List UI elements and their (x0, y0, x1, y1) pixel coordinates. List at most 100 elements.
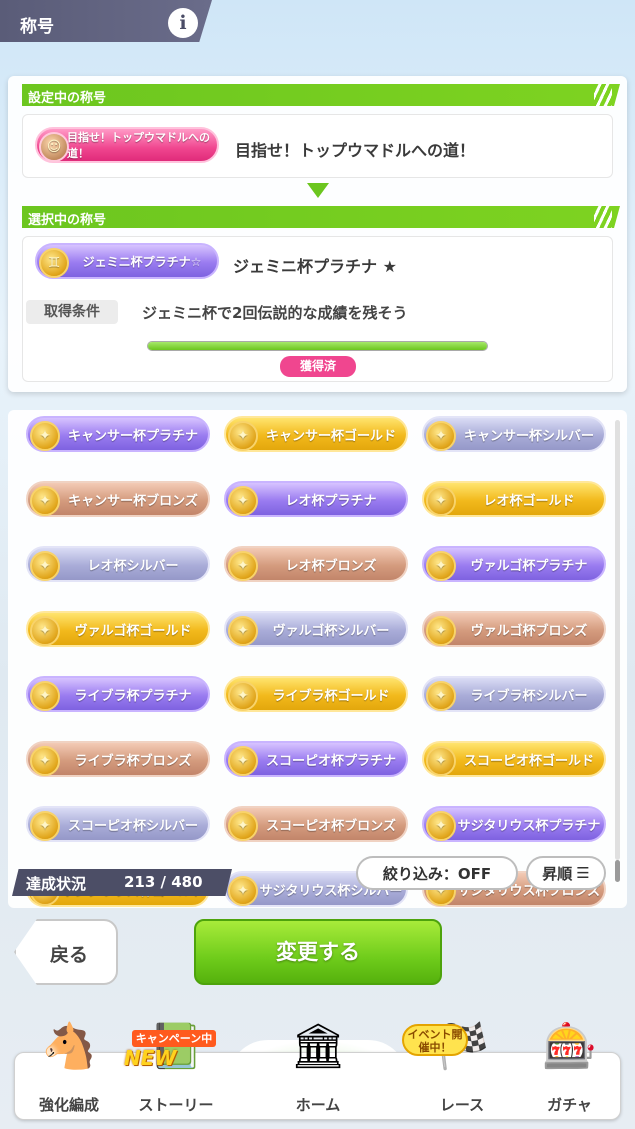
building-icon: 🏛 (290, 1021, 346, 1072)
achievement-count: 213 / 480 (124, 873, 203, 891)
nav-item-race[interactable]: 🏁 レース (407, 1025, 517, 1121)
title-badge-label: キャンサー杯シルバー (463, 428, 594, 444)
character-portrait-icon: ☺ (39, 132, 69, 162)
medal-icon: ✦ (228, 681, 258, 711)
current-title-box: ☺ 目指せ！トップウマドルへの道！ 目指せ！トップウマドルへの道！ (22, 114, 613, 178)
current-title-section-bar: 設定中の称号 (22, 84, 620, 106)
medal-icon: ✦ (228, 421, 258, 451)
title-badge-label: スコーピオ杯ブロンズ (266, 818, 396, 834)
title-badge-label: キャンサー杯ブロンズ (68, 493, 198, 509)
nav-item-home[interactable]: 🏛 ホーム (229, 1025, 407, 1121)
new-badge: NEW (124, 1046, 177, 1070)
title-badge-bronze[interactable]: ✦ スコーピオ杯ブロンズ (224, 806, 408, 842)
title-badge-platinum[interactable]: ✦ ヴァルゴ杯プラチナ (422, 546, 606, 582)
nav-item-enhance[interactable]: 🐴 強化編成 (15, 1025, 123, 1121)
condition-label: 取得条件 (26, 300, 118, 324)
title-badge-bronze[interactable]: ✦ キャンサー杯ブロンズ (26, 481, 210, 517)
campaign-badge: キャンペーン中 (132, 1030, 216, 1047)
medal-icon: ✦ (30, 681, 60, 711)
title-badge-label: キャンサー杯プラチナ (67, 428, 198, 444)
title-badge-gold[interactable]: ✦ ライブラ杯ゴールド (224, 676, 408, 712)
title-badge-silver[interactable]: ✦ ヴァルゴ杯シルバー (224, 611, 408, 647)
sort-lines-icon: ☰ (576, 864, 590, 882)
title-badge-gold[interactable]: ✦ スコーピオ杯ゴールド (422, 741, 606, 777)
acquired-badge: 獲得済 (280, 356, 356, 377)
title-badge-label: レオ杯ブロンズ (285, 558, 377, 574)
character-icon: 🐴 (41, 1021, 97, 1072)
title-badge-bronze[interactable]: ✦ レオ杯ブロンズ (224, 546, 408, 582)
achievement-status-label: 達成状況 (26, 875, 87, 893)
medal-icon: ✦ (228, 551, 258, 581)
filter-button[interactable]: 絞り込み：OFF (356, 856, 518, 890)
title-badge-label: スコーピオ杯ゴールド (463, 753, 594, 769)
medal-icon: ✦ (228, 811, 258, 841)
change-button[interactable]: 変更する (194, 919, 442, 985)
selected-title-section-bar: 選択中の称号 (22, 206, 620, 228)
info-icon[interactable]: i (168, 8, 198, 38)
title-badge-silver[interactable]: ✦ レオ杯シルバー (26, 546, 210, 582)
medal-icon: ✦ (228, 746, 258, 776)
title-list-panel: ✦ キャンサー杯プラチナ ✦ キャンサー杯ゴールド ✦ キャンサー杯シルバー ✦ キャンサー杯… (8, 410, 627, 908)
title-badge-label: ライブラ杯プラチナ (74, 688, 192, 704)
title-badge-gold[interactable]: ✦ キャンサー杯ゴールド (224, 416, 408, 452)
progress-fill (148, 342, 487, 350)
title-badge-silver[interactable]: ✦ ライブラ杯シルバー (422, 676, 606, 712)
medal-icon: ✦ (30, 616, 60, 646)
gemini-medal-icon: ♊ (39, 248, 69, 278)
medal-icon: ✦ (30, 811, 60, 841)
medal-icon: ✦ (228, 616, 258, 646)
selected-title-name: ジェミニ杯プラチナ ★ (233, 257, 397, 276)
medal-icon: ✦ (30, 551, 60, 581)
title-badge-silver[interactable]: ✦ スコーピオ杯シルバー (26, 806, 210, 842)
medal-icon: ✦ (426, 681, 456, 711)
back-button[interactable]: 戻る (14, 919, 118, 985)
title-badge-label: レオ杯シルバー (87, 558, 179, 574)
medal-icon: ✦ (30, 486, 60, 516)
title-badge-label: レオ杯プラチナ (285, 493, 377, 509)
title-badge-label: レオ杯ゴールド (483, 493, 575, 509)
gacha-icon: 🎰 (542, 1021, 597, 1072)
current-title-badge: ☺ 目指せ！トップウマドルへの道！ (35, 127, 219, 163)
medal-icon: ✦ (228, 486, 258, 516)
scrollbar-thumb[interactable] (615, 860, 620, 882)
medal-icon: ✦ (426, 551, 456, 581)
medal-icon: ✦ (228, 876, 258, 906)
stripe-decoration (594, 84, 612, 106)
title-badge-platinum[interactable]: ✦ ライブラ杯プラチナ (26, 676, 210, 712)
title-badge-bronze[interactable]: ✦ ライブラ杯ブロンズ (26, 741, 210, 777)
achievement-status-bar: 達成状況 213 / 480 (12, 869, 232, 896)
selected-title-badge: ♊ ジェミニ杯プラチナ☆ (35, 243, 219, 279)
medal-icon: ✦ (426, 421, 456, 451)
title-badge-label: ヴァルゴ杯ブロンズ (470, 623, 588, 639)
down-arrow-icon (307, 183, 329, 198)
medal-icon: ✦ (426, 746, 456, 776)
title-badge-label: ヴァルゴ杯ゴールド (74, 623, 192, 639)
event-badge: イベント開催中！ (402, 1024, 468, 1056)
medal-icon: ✦ (426, 486, 456, 516)
title-badge-label: ヴァルゴ杯シルバー (272, 623, 390, 639)
title-badge-silver[interactable]: ✦ キャンサー杯シルバー (422, 416, 606, 452)
title-badge-label: ヴァルゴ杯プラチナ (470, 558, 588, 574)
title-badge-platinum[interactable]: ✦ レオ杯プラチナ (224, 481, 408, 517)
title-badge-label: キャンサー杯ゴールド (265, 428, 396, 444)
nav-item-gacha[interactable]: 🎰 ガチャ (517, 1025, 622, 1121)
title-badge-bronze[interactable]: ✦ ヴァルゴ杯ブロンズ (422, 611, 606, 647)
sort-button[interactable]: 昇順 ☰ (526, 856, 606, 890)
medal-icon: ✦ (426, 811, 456, 841)
medal-icon: ✦ (30, 746, 60, 776)
sort-button-label: 昇順 (542, 864, 573, 883)
title-badge-platinum[interactable]: ✦ キャンサー杯プラチナ (26, 416, 210, 452)
medal-icon: ✦ (426, 616, 456, 646)
stripe-decoration (594, 206, 612, 228)
filter-button-label: 絞り込み：OFF (382, 864, 492, 883)
medal-icon: ✦ (30, 421, 60, 451)
title-badge-platinum[interactable]: ✦ スコーピオ杯プラチナ (224, 741, 408, 777)
title-badge-platinum[interactable]: ✦ サジタリウス杯プラチナ (422, 806, 606, 842)
list-scrollbar[interactable] (615, 420, 620, 882)
title-badge-gold[interactable]: ✦ ヴァルゴ杯ゴールド (26, 611, 210, 647)
title-badge-gold[interactable]: ✦ レオ杯ゴールド (422, 481, 606, 517)
page-title: 称号 (20, 17, 54, 37)
progress-bar (147, 341, 488, 351)
current-title-name: 目指せ！トップウマドルへの道！ (235, 141, 476, 160)
title-badge-label: ライブラ杯シルバー (470, 688, 588, 704)
